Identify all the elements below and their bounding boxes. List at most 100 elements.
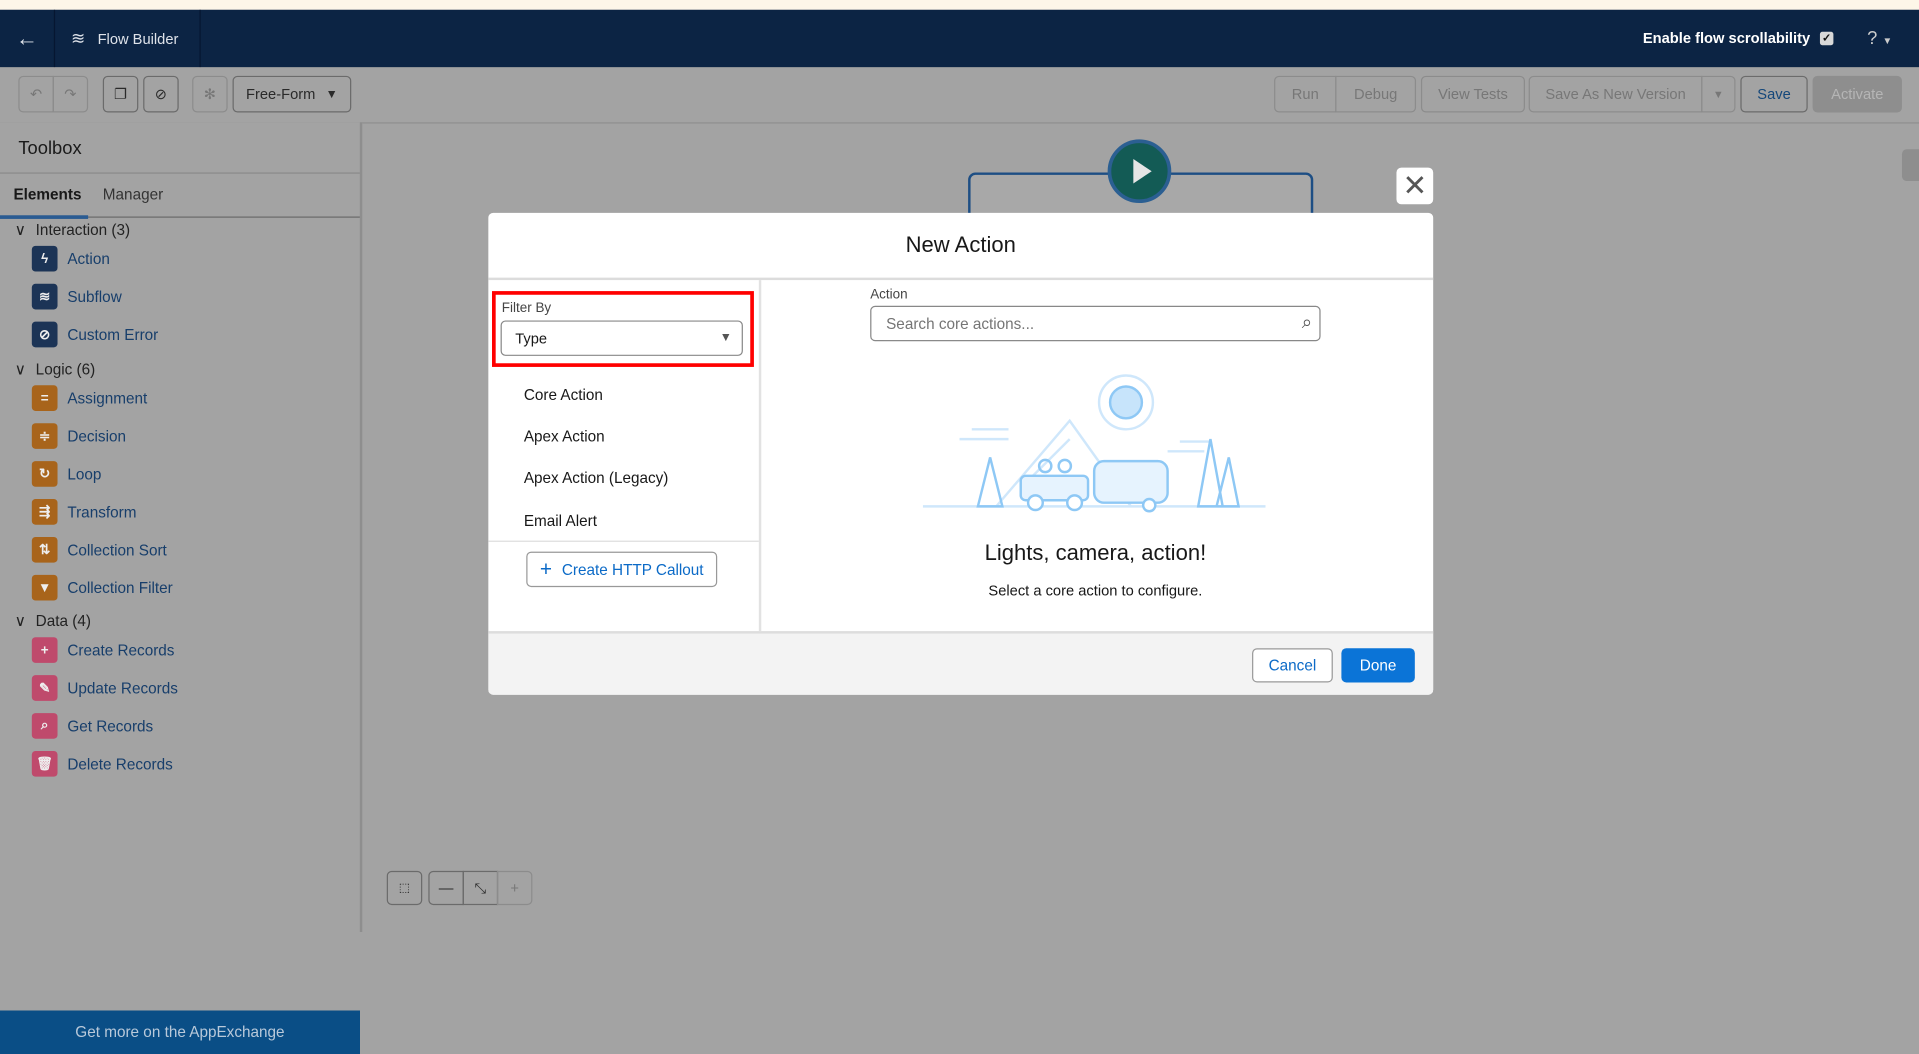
contract-icon: ⤡	[474, 878, 487, 896]
flow-icon: ≋	[70, 28, 86, 48]
create-http-callout-button[interactable]: + Create HTTP Callout	[526, 551, 718, 588]
section-header[interactable]: ∨ Logic (6)	[15, 360, 96, 378]
chevron-down-icon: ▼	[719, 331, 732, 345]
toolbox-item-label: Collection Filter	[67, 579, 173, 597]
record-delete-icon: 🗑	[31, 750, 58, 777]
toolbox-item[interactable]: ≋ Subflow	[31, 283, 122, 310]
lightning-icon: ϟ	[31, 245, 58, 272]
toolbox-item[interactable]: ≑ Decision	[31, 423, 126, 449]
filter-icon: ▼	[31, 574, 58, 601]
flow-icon: ≋	[31, 283, 58, 310]
fit-to-view-button[interactable]: ⤡	[462, 870, 499, 906]
section-header[interactable]: ∨ Data (4)	[15, 612, 91, 630]
toolbox-item[interactable]: ϟ Action	[31, 245, 110, 272]
toolbox-item-label: Loop	[67, 465, 102, 483]
camping-illustration	[922, 374, 1266, 513]
undo-icon: ↶	[29, 85, 43, 103]
gear-icon: ✻	[203, 85, 217, 103]
toolbox-item[interactable]: ⌕ Get Records	[31, 713, 153, 739]
settings-button[interactable]: ✻	[192, 75, 228, 113]
play-icon	[1132, 159, 1152, 184]
empty-state-subtitle: Select a core action to configure.	[988, 582, 1203, 600]
filter-type-select[interactable]: Type ▼	[500, 320, 743, 356]
debug-button[interactable]: Debug	[1335, 75, 1417, 113]
tab-elements[interactable]: Elements	[13, 186, 81, 203]
filter-pane: Filter By Type ▼ Core Action Apex Action …	[488, 280, 762, 632]
record-update-icon: ✎	[31, 675, 58, 701]
appexchange-link[interactable]: Get more on the AppExchange	[0, 1010, 360, 1054]
close-modal-button[interactable]: ✕	[1396, 167, 1434, 205]
back-button[interactable]: ←	[0, 9, 56, 68]
chevron-down-icon: ∨	[14, 612, 26, 630]
save-as-new-version-button[interactable]: Save As New Version	[1528, 75, 1703, 113]
toolbox-item[interactable]: ⇶ Transform	[31, 499, 137, 525]
help-menu-button[interactable]: ? ▼	[1867, 28, 1892, 49]
filter-value: Type	[515, 329, 548, 347]
done-button[interactable]: Done	[1341, 648, 1415, 683]
toolbox-item[interactable]: ⇅ Collection Sort	[31, 536, 167, 563]
action-search-field[interactable]: ⌕	[870, 305, 1321, 342]
search-icon: ⌕	[1301, 311, 1313, 333]
toolbox-item[interactable]: + Create Records	[31, 637, 175, 663]
app-brand: ≋ Flow Builder	[54, 9, 201, 68]
record-create-icon: +	[31, 637, 58, 663]
scrollability-toggle[interactable]: Enable flow scrollability ✓	[1643, 29, 1834, 46]
toolbox-item[interactable]: ✎ Update Records	[31, 675, 178, 701]
divider	[0, 172, 360, 174]
browser-strip	[0, 0, 1919, 10]
save-options-dropdown[interactable]: ▼	[1701, 75, 1736, 113]
modal-header: New Action	[488, 213, 1434, 281]
run-button[interactable]: Run	[1274, 75, 1337, 113]
toolbox-sidebar: Toolbox Elements Manager ∨ Interaction (3…	[0, 122, 363, 1054]
type-email-alert[interactable]: Email Alert	[524, 512, 597, 529]
toolbox-title: Toolbox	[18, 138, 82, 160]
panel-toggle-button[interactable]	[1901, 149, 1919, 182]
toolbox-item-label: Collection Sort	[67, 541, 167, 559]
start-node-icon[interactable]	[1107, 139, 1172, 204]
toolbox-item[interactable]: 🗑 Delete Records	[31, 750, 173, 777]
error-button[interactable]: ⊘	[143, 75, 179, 113]
marquee-select-icon: ⬚	[398, 881, 411, 895]
ban-icon: ⊘	[154, 85, 168, 103]
toolbox-item[interactable]: ⊘ Custom Error	[31, 321, 158, 348]
activate-button[interactable]: Activate	[1812, 75, 1902, 113]
toolbox-item[interactable]: = Assignment	[31, 385, 147, 411]
copy-button[interactable]: ❐	[102, 75, 139, 113]
plus-icon: +	[539, 557, 553, 581]
type-apex-action-legacy[interactable]: Apex Action (Legacy)	[524, 470, 669, 487]
copy-icon: ❐	[113, 85, 128, 103]
chevron-down-icon: ▼	[1712, 88, 1724, 101]
layout-mode-select[interactable]: Free-Form ▼	[232, 75, 352, 113]
view-tests-button[interactable]: View Tests	[1420, 75, 1525, 113]
http-callout-label: Create HTTP Callout	[561, 560, 704, 578]
modal-title: New Action	[905, 232, 1016, 257]
toolbox-item[interactable]: ▼ Collection Filter	[31, 574, 173, 601]
select-elements-button[interactable]: ⬚	[386, 870, 423, 906]
redo-button[interactable]: ↷	[52, 75, 89, 113]
cancel-button[interactable]: Cancel	[1252, 648, 1333, 683]
toolbox-item-label: Action	[67, 250, 110, 268]
scrollability-checkbox[interactable]: ✓	[1819, 31, 1834, 45]
transform-icon: ⇶	[31, 499, 58, 525]
minus-icon: —	[438, 879, 454, 897]
tab-manager[interactable]: Manager	[103, 186, 163, 203]
toolbox-item[interactable]: ↻ Loop	[31, 461, 102, 487]
help-icon: ?	[1867, 28, 1878, 49]
type-apex-action[interactable]: Apex Action	[524, 428, 605, 445]
action-search-input[interactable]	[883, 306, 1281, 341]
zoom-in-button[interactable]: +	[496, 870, 533, 906]
type-core-action[interactable]: Core Action	[524, 386, 603, 403]
section-label: Data (4)	[35, 612, 91, 630]
undo-button[interactable]: ↶	[18, 75, 54, 113]
section-label: Logic (6)	[35, 360, 96, 378]
save-button[interactable]: Save	[1740, 75, 1808, 113]
toolbox-item-label: Delete Records	[67, 755, 173, 773]
action-label: Action	[870, 287, 908, 303]
layout-mode-value: Free-Form	[246, 85, 316, 103]
section-header[interactable]: ∨ Interaction (3)	[15, 220, 130, 239]
scrollability-label: Enable flow scrollability	[1642, 29, 1811, 47]
active-tab-indicator	[0, 215, 89, 219]
chevron-down-icon: ∨	[14, 360, 26, 378]
divider	[488, 540, 759, 542]
zoom-out-button[interactable]: —	[428, 870, 464, 906]
